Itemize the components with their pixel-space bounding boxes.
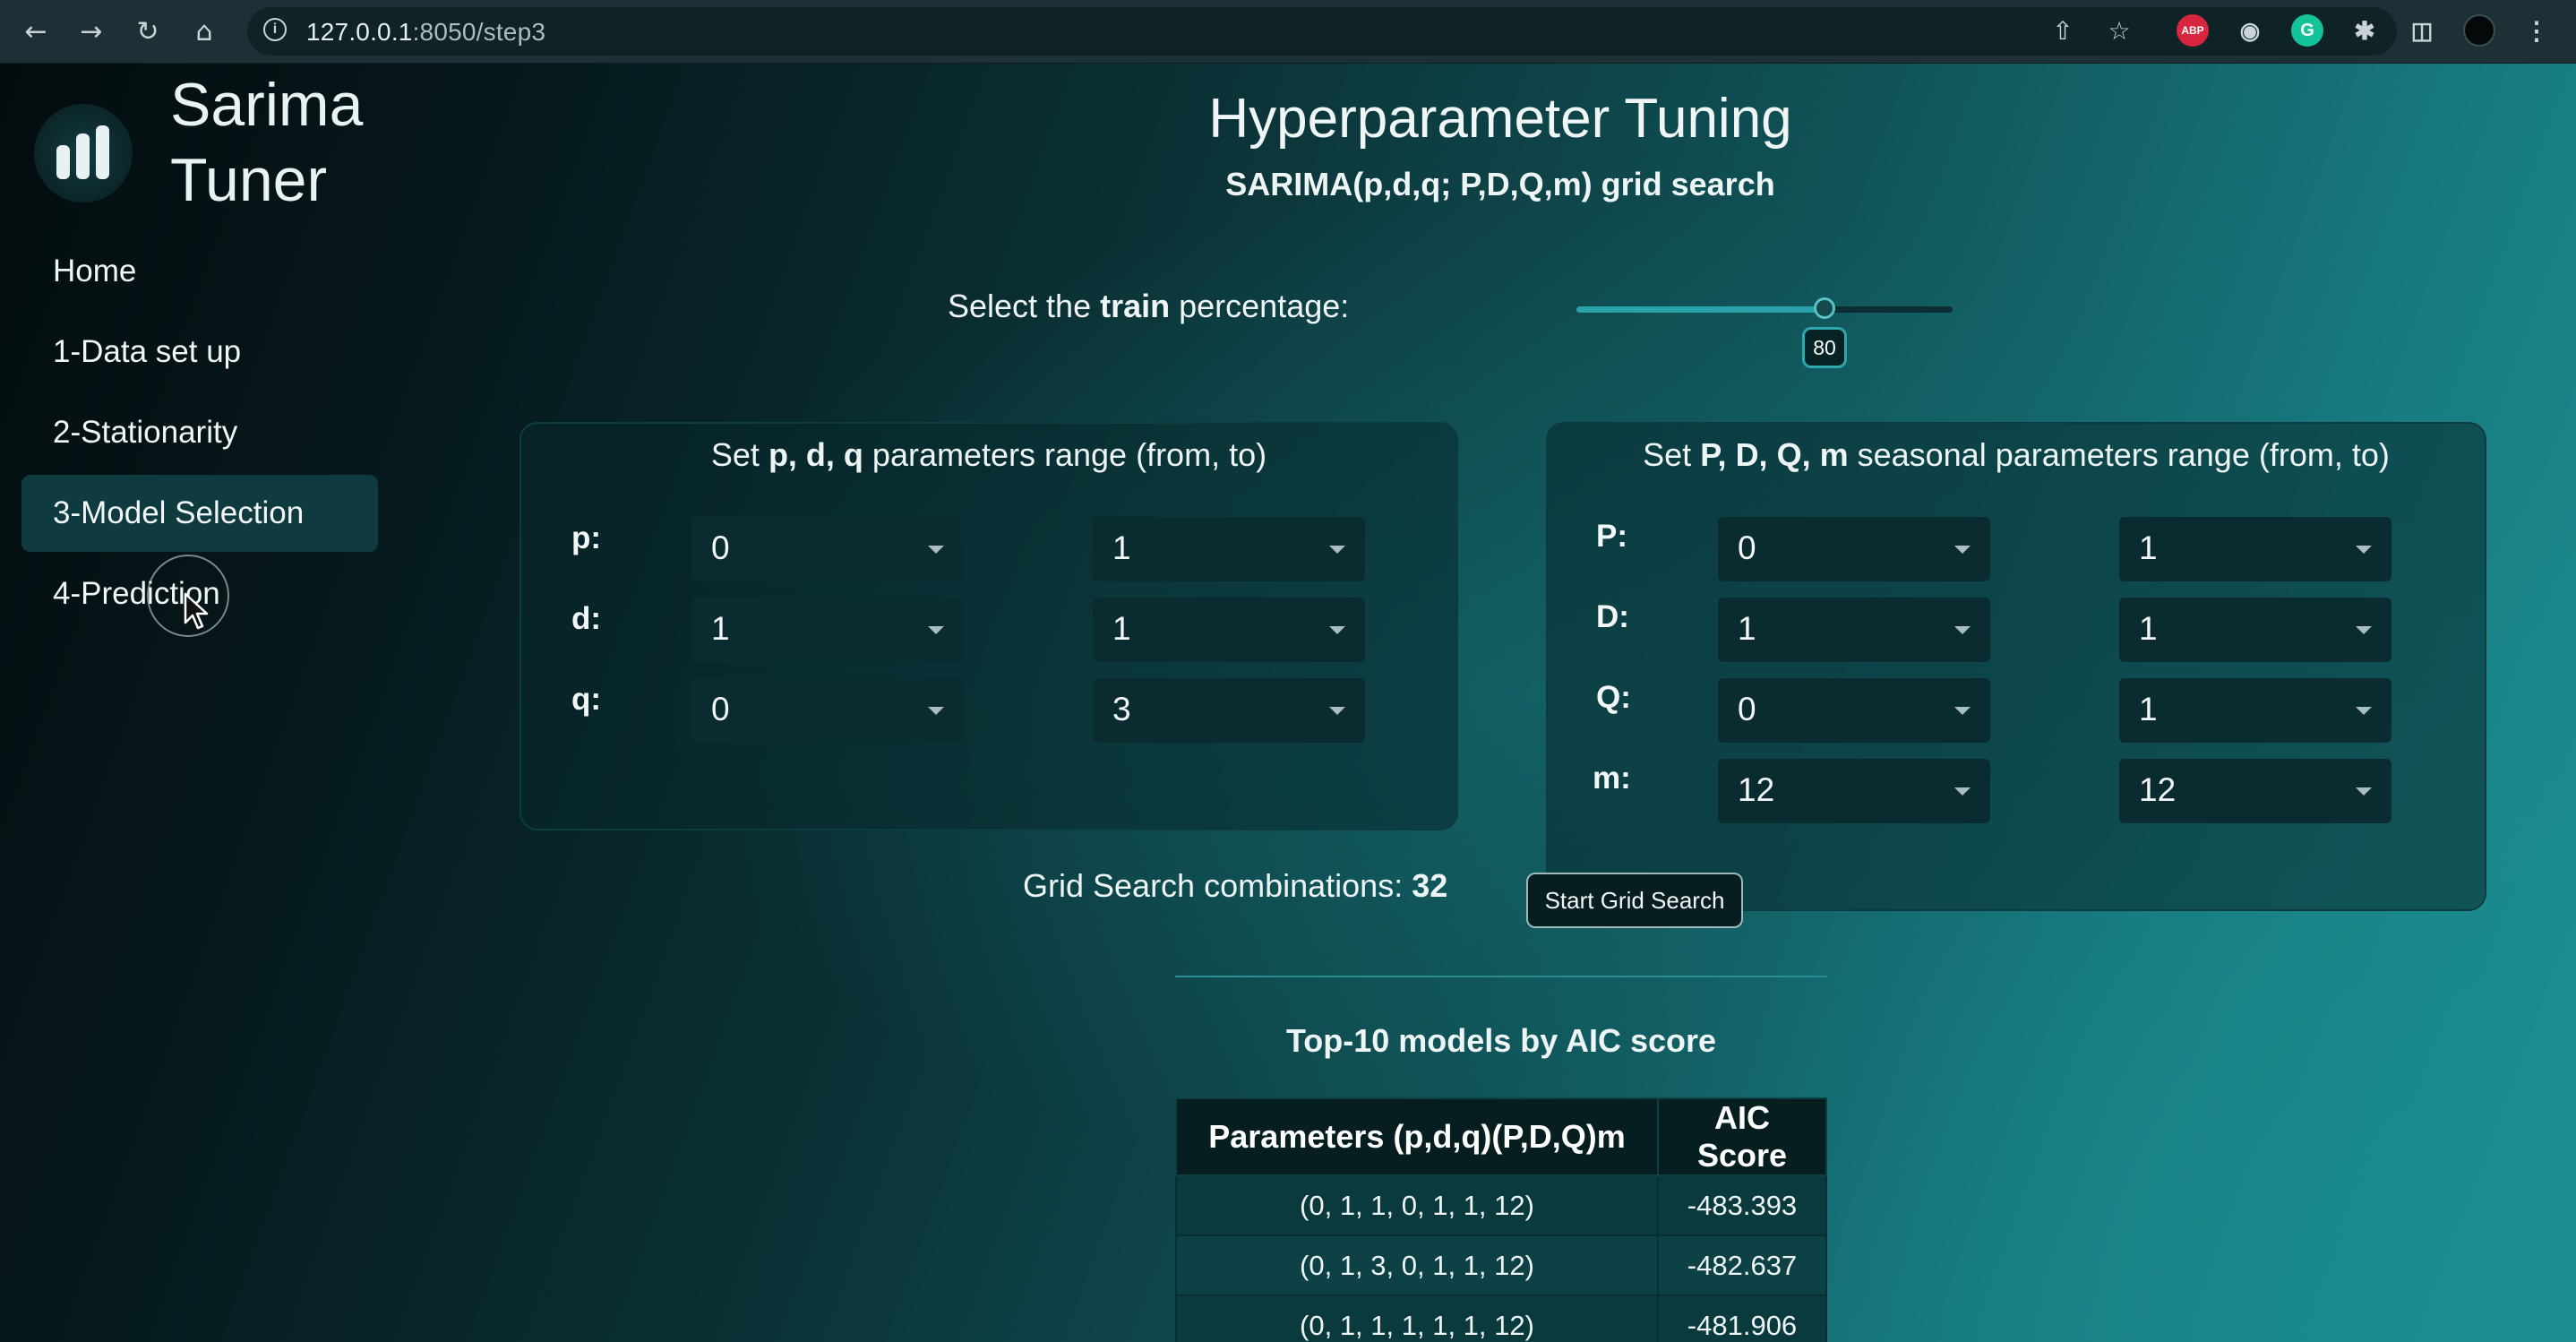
- chevron-down-icon: [1329, 707, 1345, 715]
- forward-arrow-icon[interactable]: →: [73, 13, 109, 49]
- adblock-extension-icon[interactable]: ABP: [2177, 14, 2209, 47]
- chevron-down-icon: [2356, 707, 2372, 715]
- chevron-down-icon: [928, 546, 944, 554]
- bookmark-star-icon[interactable]: ☆: [2106, 18, 2133, 45]
- share-icon[interactable]: ⇧: [2049, 18, 2076, 45]
- column-header-aic-score: AIC Score: [1657, 1097, 1827, 1176]
- seasonal-panel-title: Set P, D, Q, m seasonal parameters range…: [1643, 436, 2390, 473]
- home-icon[interactable]: ⌂: [186, 13, 222, 49]
- seasonal-q-label: Q:: [1596, 680, 1631, 715]
- train-percentage-slider[interactable]: [1576, 297, 1953, 319]
- table-row: (0, 1, 1, 0, 1, 1, 12) -483.393: [1175, 1174, 1827, 1236]
- mouse-pointer-icon: [184, 592, 209, 630]
- chevron-down-icon: [2356, 626, 2372, 634]
- aic-score-cell: -481.906: [1657, 1295, 1827, 1342]
- nav-item-home[interactable]: Home: [21, 233, 378, 310]
- browser-toolbar: ← → ↻ ⌂ i 127.0.0.1:8050/step3 ⇧ ☆ ABP ◉…: [0, 0, 2576, 64]
- slider-value-tooltip: 80: [1802, 327, 1847, 368]
- train-percentage-label: Select the train percentage:: [948, 288, 1350, 324]
- page-subtitle: SARIMA(p,d,q; P,D,Q,m) grid search: [1225, 166, 1775, 202]
- brand-line-1: Sarima: [170, 71, 364, 139]
- start-grid-search-button[interactable]: Start Grid Search: [1526, 873, 1743, 928]
- seasonal-d-to-dropdown[interactable]: 1: [2119, 598, 2391, 662]
- seasonal-m-from-dropdown[interactable]: 12: [1718, 759, 1990, 823]
- app-brand: Sarima Tuner: [170, 67, 363, 218]
- table-row: (0, 1, 1, 1, 1, 1, 12) -481.906: [1175, 1295, 1827, 1342]
- seasonal-m-to-dropdown[interactable]: 12: [2119, 759, 2391, 823]
- slider-fill: [1576, 306, 1825, 313]
- nav-item-data-set-up[interactable]: 1-Data set up: [21, 314, 378, 391]
- site-info-icon[interactable]: i: [263, 18, 287, 41]
- side-panel-icon[interactable]: ◫: [2406, 14, 2438, 47]
- p-label: p:: [571, 520, 602, 555]
- results-table-title: Top-10 models by AIC score: [1285, 1022, 1717, 1059]
- nav-item-stationarity[interactable]: 2-Stationarity: [21, 394, 378, 471]
- chevron-down-icon: [1329, 546, 1345, 554]
- slider-handle[interactable]: [1814, 297, 1835, 319]
- chevron-down-icon: [1954, 546, 1971, 554]
- seasonal-parameters-panel: Set P, D, Q, m seasonal parameters range…: [1546, 422, 2486, 911]
- seasonal-p-from-dropdown[interactable]: 0: [1718, 517, 1990, 581]
- chevron-down-icon: [928, 707, 944, 715]
- chevron-down-icon: [1954, 787, 1971, 796]
- seasonal-q-to-dropdown[interactable]: 1: [2119, 678, 2391, 743]
- parameters-cell: (0, 1, 1, 1, 1, 1, 12): [1175, 1295, 1659, 1342]
- bar-chart-logo-icon: [34, 104, 133, 202]
- d-to-dropdown[interactable]: 1: [1093, 598, 1365, 662]
- chevron-down-icon: [2356, 787, 2372, 796]
- aic-score-cell: -483.393: [1657, 1174, 1827, 1236]
- p-from-dropdown[interactable]: 0: [691, 517, 964, 581]
- table-header-row: Parameters (p,d,q)(P,D,Q)m AIC Score: [1175, 1097, 1827, 1176]
- parameters-cell: (0, 1, 1, 0, 1, 1, 12): [1175, 1174, 1659, 1236]
- section-divider: [1175, 976, 1827, 977]
- chevron-down-icon: [928, 626, 944, 634]
- d-label: d:: [571, 601, 602, 636]
- q-label: q:: [571, 682, 602, 717]
- back-arrow-icon[interactable]: ←: [18, 13, 54, 49]
- kebab-menu-icon[interactable]: ⋮: [2520, 14, 2553, 47]
- brand-line-2: Tuner: [170, 146, 328, 214]
- grammarly-extension-icon[interactable]: G: [2291, 14, 2323, 47]
- profile-avatar[interactable]: [2463, 14, 2495, 47]
- chevron-down-icon: [2356, 546, 2372, 554]
- app-root: Sarima Tuner Home 1-Data set up 2-Statio…: [0, 64, 2576, 1342]
- address-bar[interactable]: i 127.0.0.1:8050/step3 ⇧ ☆: [247, 7, 2397, 56]
- page-title: Hyperparameter Tuning: [1208, 88, 1792, 150]
- seasonal-m-label: m:: [1593, 761, 1631, 796]
- puzzle-extensions-icon[interactable]: ✱: [2348, 14, 2381, 47]
- seasonal-q-from-dropdown[interactable]: 0: [1718, 678, 1990, 743]
- pdq-panel-title: Set p, d, q parameters range (from, to): [710, 436, 1267, 473]
- seasonal-d-from-dropdown[interactable]: 1: [1718, 598, 1990, 662]
- seasonal-d-label: D:: [1596, 599, 1629, 634]
- chevron-down-icon: [1954, 626, 1971, 634]
- column-header-parameters: Parameters (p,d,q)(P,D,Q)m: [1175, 1097, 1659, 1176]
- aic-score-cell: -482.637: [1657, 1234, 1827, 1296]
- nav-item-model-selection[interactable]: 3-Model Selection: [21, 475, 378, 552]
- seasonal-p-to-dropdown[interactable]: 1: [2119, 517, 2391, 581]
- combinations-count: 32: [1412, 867, 1448, 904]
- pdq-parameters-panel: Set p, d, q parameters range (from, to) …: [519, 422, 1458, 830]
- q-from-dropdown[interactable]: 0: [691, 678, 964, 743]
- aic-results-table: Parameters (p,d,q)(P,D,Q)m AIC Score (0,…: [1175, 1097, 1827, 1342]
- table-row: (0, 1, 3, 0, 1, 1, 12) -482.637: [1175, 1234, 1827, 1296]
- p-to-dropdown[interactable]: 1: [1093, 517, 1365, 581]
- camera-extension-icon[interactable]: ◉: [2234, 14, 2266, 47]
- chevron-down-icon: [1329, 626, 1345, 634]
- d-from-dropdown[interactable]: 1: [691, 598, 964, 662]
- q-to-dropdown[interactable]: 3: [1093, 678, 1365, 743]
- grid-search-combinations: Grid Search combinations: 32: [1023, 867, 1448, 904]
- parameters-cell: (0, 1, 3, 0, 1, 1, 12): [1175, 1234, 1659, 1296]
- seasonal-p-label: P:: [1596, 519, 1627, 554]
- sidebar: Sarima Tuner Home 1-Data set up 2-Statio…: [0, 64, 394, 1342]
- reload-icon[interactable]: ↻: [130, 13, 166, 49]
- url-text[interactable]: 127.0.0.1:8050/step3: [306, 18, 545, 47]
- chevron-down-icon: [1954, 707, 1971, 715]
